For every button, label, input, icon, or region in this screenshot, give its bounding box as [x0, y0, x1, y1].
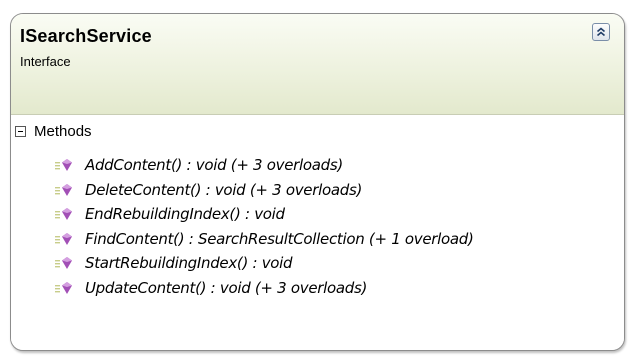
method-item[interactable]: StartRebuildingIndex() : void	[11, 251, 624, 276]
chevron-double-up-icon	[596, 27, 606, 37]
method-icon	[55, 208, 72, 221]
shape-header: ISearchService Interface	[11, 14, 624, 115]
method-item[interactable]: UpdateContent() : void (+ 3 overloads)	[11, 276, 624, 301]
method-item[interactable]: EndRebuildingIndex() : void	[11, 202, 624, 227]
minus-box-icon[interactable]	[15, 125, 26, 137]
type-stereotype: Interface	[20, 54, 71, 69]
method-item[interactable]: DeleteContent() : void (+ 3 overloads)	[11, 178, 624, 203]
section-label: Methods	[34, 122, 92, 140]
diagram-canvas: ISearchService Interface Methods AddCont…	[0, 0, 632, 358]
methods-section-header[interactable]: Methods	[15, 121, 92, 141]
method-list: AddContent() : void (+ 3 overloads) Dele…	[11, 153, 624, 300]
method-signature: StartRebuildingIndex() : void	[85, 254, 293, 273]
method-icon	[55, 159, 72, 172]
method-signature: EndRebuildingIndex() : void	[85, 205, 285, 224]
method-signature: DeleteContent() : void (+ 3 overloads)	[85, 180, 363, 199]
method-item[interactable]: AddContent() : void (+ 3 overloads)	[11, 153, 624, 178]
shape-body: Methods AddContent() : void (+ 3 overloa…	[11, 115, 624, 350]
method-signature: FindContent() : SearchResultCollection (…	[85, 229, 474, 248]
method-signature: AddContent() : void (+ 3 overloads)	[85, 156, 343, 175]
method-icon	[55, 281, 72, 294]
method-icon	[55, 257, 72, 270]
method-icon	[55, 183, 72, 196]
interface-shape[interactable]: ISearchService Interface Methods AddCont…	[10, 13, 625, 351]
method-signature: UpdateContent() : void (+ 3 overloads)	[85, 278, 368, 297]
method-icon	[55, 232, 72, 245]
method-item[interactable]: FindContent() : SearchResultCollection (…	[11, 227, 624, 252]
type-name: ISearchService	[20, 26, 152, 46]
collapse-button[interactable]	[592, 23, 610, 41]
